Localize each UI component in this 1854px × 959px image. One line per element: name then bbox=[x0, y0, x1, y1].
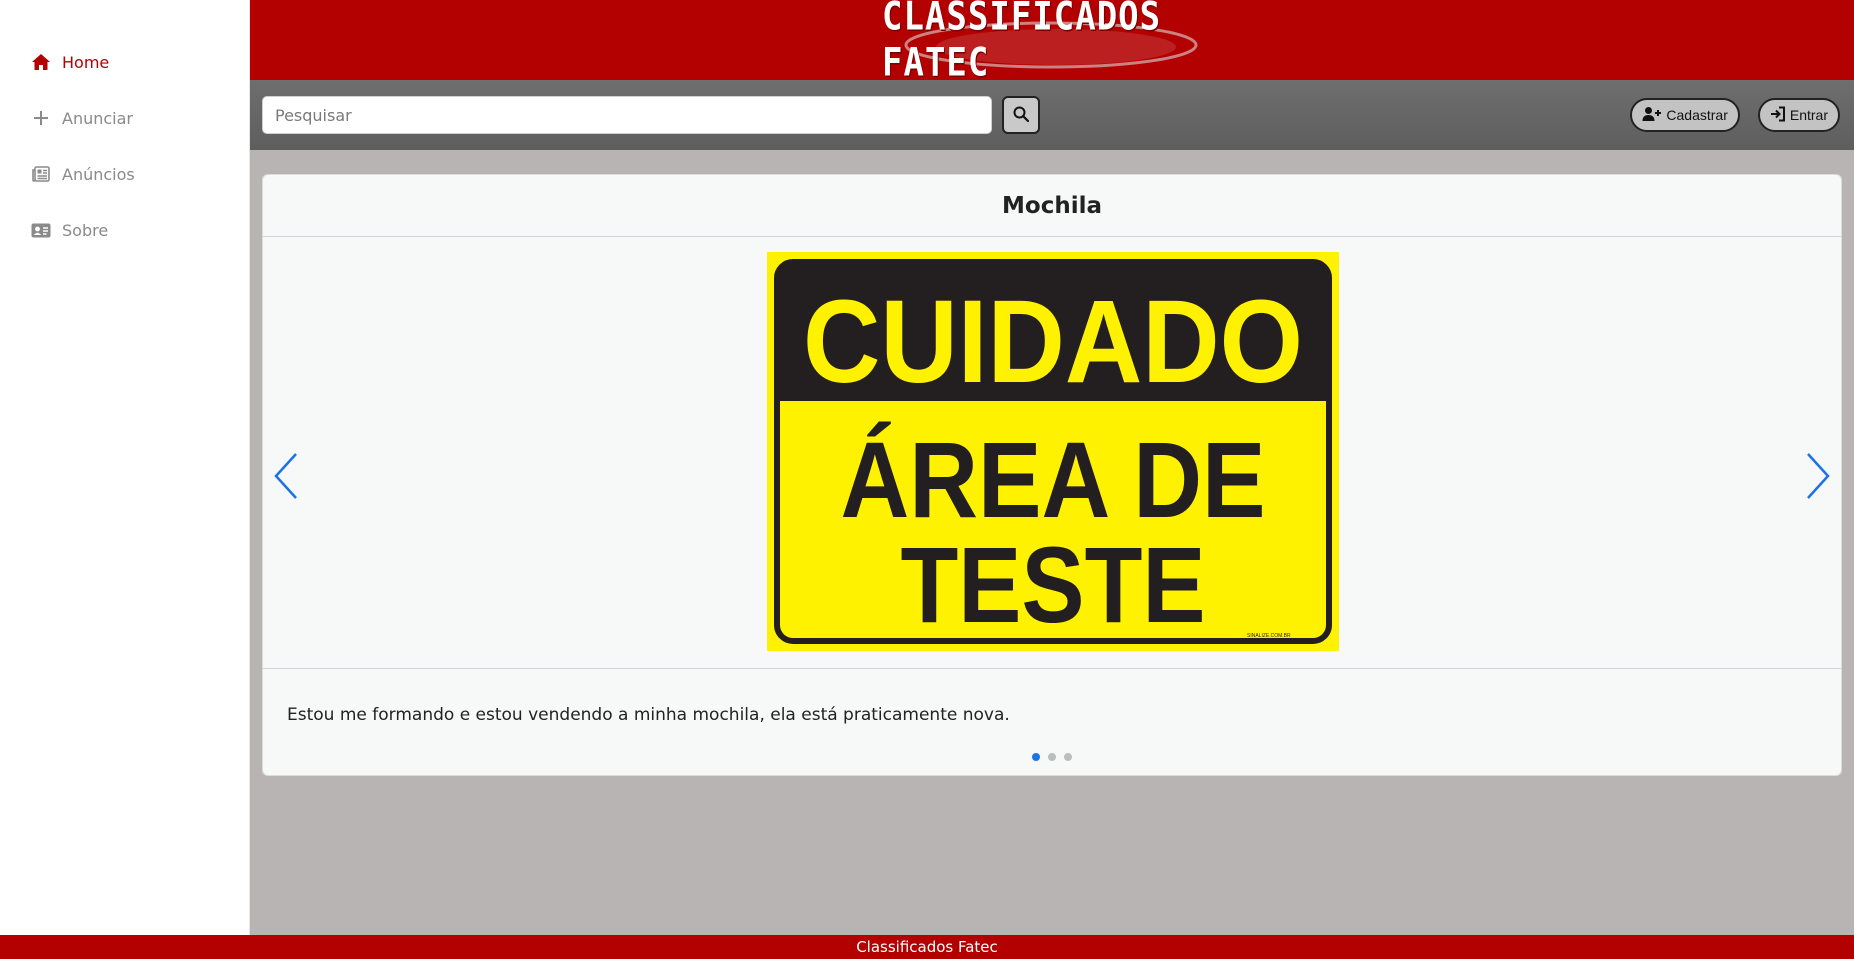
login-button[interactable]: Entrar bbox=[1757, 98, 1840, 132]
listing-title: Mochila bbox=[263, 175, 1841, 237]
search-icon bbox=[1013, 106, 1030, 125]
chevron-left-icon bbox=[273, 452, 299, 504]
plus-icon bbox=[30, 107, 52, 129]
image-carousel: CUIDADO ÁREA DE TESTE SINALIZE.COM.BR bbox=[263, 237, 1841, 669]
sidebar-item-label: Anúncios bbox=[62, 164, 135, 184]
sidebar-item-sobre[interactable]: Sobre bbox=[0, 202, 249, 258]
sidebar-nav: Home Anunciar Anúncios Sobre bbox=[0, 0, 249, 258]
sidebar-item-label: Home bbox=[62, 52, 110, 72]
sidebar-item-label: Sobre bbox=[62, 220, 109, 240]
id-card-icon bbox=[30, 219, 52, 241]
listing-card: Mochila CUIDADO ÁREA DE TESTE SINALIZE.C… bbox=[262, 174, 1842, 776]
signup-button[interactable]: Cadastrar bbox=[1630, 98, 1740, 132]
image-line2-text: TESTE bbox=[901, 524, 1206, 645]
carousel-indicators bbox=[263, 753, 1841, 761]
sign-in-icon bbox=[1770, 106, 1786, 125]
top-header: CLASSIFICADOS FATEC bbox=[250, 0, 1854, 86]
carousel-dot[interactable] bbox=[1064, 753, 1072, 761]
search-input[interactable] bbox=[262, 96, 992, 134]
chevron-right-icon bbox=[1805, 452, 1831, 504]
image-line1-text: ÁREA DE bbox=[841, 419, 1266, 540]
page-footer: Classificados Fatec bbox=[0, 935, 1854, 959]
sidebar: Home Anunciar Anúncios Sobre bbox=[0, 0, 250, 935]
carousel-prev-button[interactable] bbox=[271, 453, 301, 503]
signup-label: Cadastrar bbox=[1666, 107, 1728, 123]
search-toolbar: Cadastrar Entrar bbox=[250, 80, 1854, 150]
listing-image: CUIDADO ÁREA DE TESTE SINALIZE.COM.BR bbox=[767, 252, 1339, 651]
listing-description: Estou me formando e estou vendendo a min… bbox=[287, 705, 1010, 725]
footer-text: Classificados Fatec bbox=[856, 938, 998, 956]
sidebar-item-anuncios[interactable]: Anúncios bbox=[0, 146, 249, 202]
sidebar-item-home[interactable]: Home bbox=[0, 34, 249, 90]
user-plus-icon bbox=[1642, 106, 1662, 125]
site-logo[interactable]: CLASSIFICADOS FATEC bbox=[882, 0, 1222, 86]
carousel-dot[interactable] bbox=[1048, 753, 1056, 761]
image-small-text: SINALIZE.COM.BR bbox=[1247, 633, 1291, 639]
home-icon bbox=[30, 51, 52, 73]
login-label: Entrar bbox=[1789, 107, 1828, 123]
sidebar-item-anunciar[interactable]: Anunciar bbox=[0, 90, 249, 146]
search-button[interactable] bbox=[1002, 96, 1040, 134]
newspaper-icon bbox=[30, 163, 52, 185]
logo-text: CLASSIFICADOS FATEC bbox=[882, 0, 1162, 86]
sidebar-item-label: Anunciar bbox=[62, 108, 133, 128]
carousel-next-button[interactable] bbox=[1803, 453, 1833, 503]
image-top-text: CUIDADO bbox=[803, 276, 1303, 408]
carousel-dot[interactable] bbox=[1032, 753, 1040, 761]
